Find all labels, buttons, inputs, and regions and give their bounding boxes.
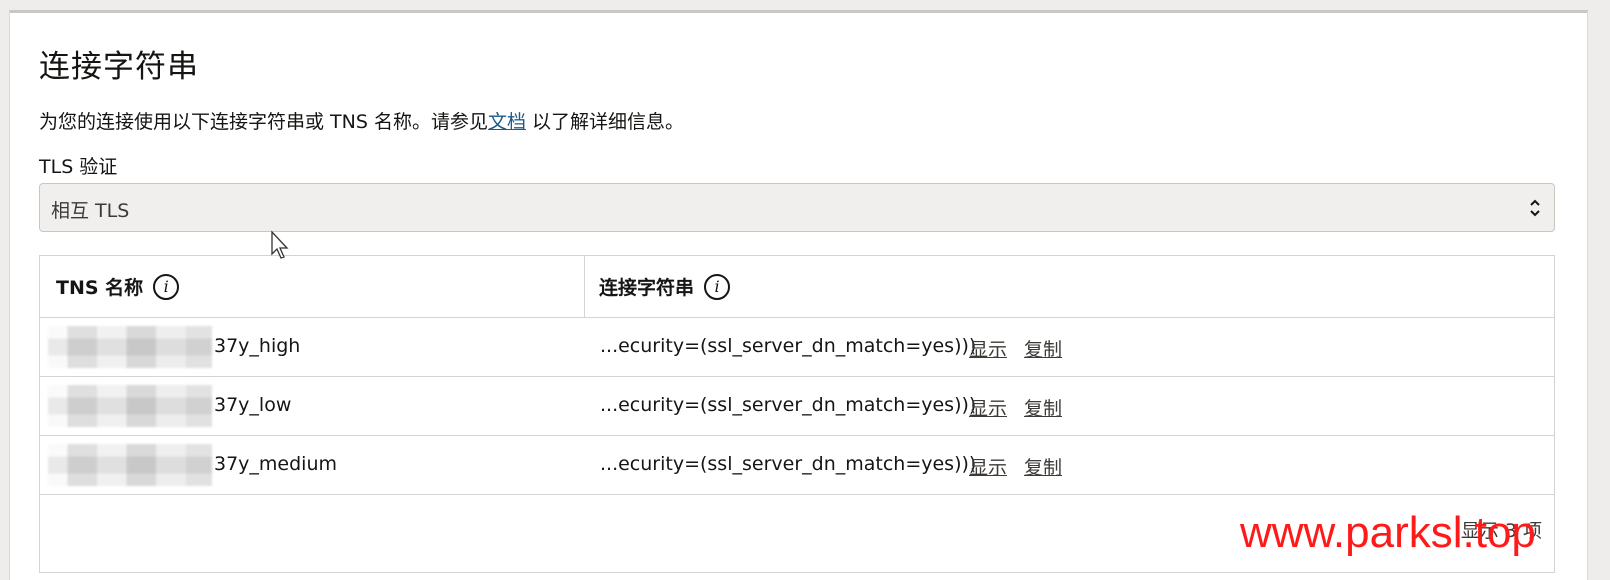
table-row: 37y_medium ...ecurity=(ssl_server_dn_mat… [40,436,1554,495]
show-link[interactable]: 显示 [969,335,1007,362]
table-row: 37y_low ...ecurity=(ssl_server_dn_match=… [40,377,1554,436]
table-header: TNS 名称 i 连接字符串 i [40,256,1554,318]
copy-link[interactable]: 复制 [1024,453,1062,480]
column-header-connection-string: 连接字符串 i [584,256,1514,317]
connection-string-cell: ...ecurity=(ssl_server_dn_match=yes))) [600,335,977,357]
documentation-link[interactable]: 文档 [488,111,526,133]
description-prefix: 为您的连接使用以下连接字符串或 TNS 名称。请参见 [39,111,488,133]
connection-strings-panel: 连接字符串 为您的连接使用以下连接字符串或 TNS 名称。请参见文档 以了解详细… [9,10,1588,580]
info-icon[interactable]: i [704,273,731,300]
updown-chevron-icon [1530,199,1540,217]
tls-validation-select[interactable]: 相互 TLS [39,183,1555,232]
description: 为您的连接使用以下连接字符串或 TNS 名称。请参见文档 以了解详细信息。 [39,107,684,134]
watermark: www.parksl.top [1240,508,1536,557]
show-link[interactable]: 显示 [969,453,1007,480]
show-link[interactable]: 显示 [969,394,1007,421]
info-icon[interactable]: i [153,273,180,300]
redacted-blur [48,444,212,486]
tns-name-cell: 37y_high [214,335,301,357]
column-header-label: 连接字符串 [599,277,695,299]
tns-name-cell: 37y_medium [214,453,338,475]
tls-validation-label: TLS 验证 [39,156,118,178]
column-header-label: TNS 名称 [56,277,144,299]
tls-validation-selected-value: 相互 TLS [51,200,130,222]
copy-link[interactable]: 复制 [1024,394,1062,421]
page-title: 连接字符串 [39,49,199,85]
tns-name-cell: 37y_low [214,394,292,416]
redacted-blur [48,385,212,427]
copy-link[interactable]: 复制 [1024,335,1062,362]
mouse-pointer-icon [271,230,289,259]
connection-string-cell: ...ecurity=(ssl_server_dn_match=yes))) [600,394,977,416]
column-header-tns-name: TNS 名称 i [56,256,583,317]
connection-string-cell: ...ecurity=(ssl_server_dn_match=yes))) [600,453,977,475]
table-row: 37y_high ...ecurity=(ssl_server_dn_match… [40,318,1554,377]
description-suffix: 以了解详细信息。 [525,111,685,133]
redacted-blur [48,326,212,368]
